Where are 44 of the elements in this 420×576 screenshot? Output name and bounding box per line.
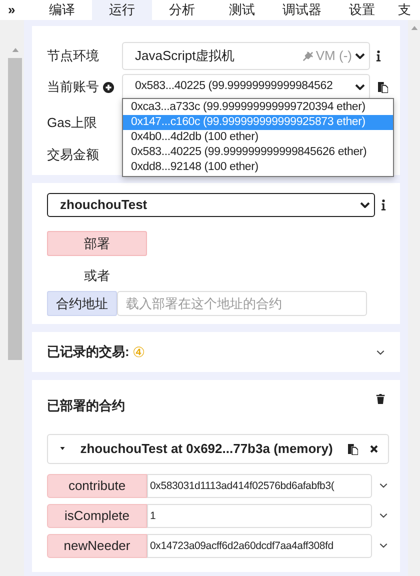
function-button[interactable]: contribute — [47, 474, 147, 498]
function-button[interactable]: newNeeder — [47, 534, 147, 558]
collapse-panel-icon[interactable]: » — [0, 0, 32, 20]
chevron-down-icon[interactable] — [379, 513, 388, 518]
info-icon[interactable] — [376, 50, 381, 62]
chevron-down-icon[interactable] — [379, 483, 388, 488]
plug-icon — [302, 50, 313, 62]
environment-select[interactable]: JavaScript虚拟机 VM (-) — [122, 42, 370, 70]
field-label: 当前账号 — [47, 78, 99, 96]
info-icon[interactable] — [381, 199, 386, 211]
function-input[interactable]: 1 — [147, 504, 372, 528]
dropdown-option[interactable]: 0xdd8...92148 (100 ether) — [123, 160, 393, 175]
caret-down-icon[interactable] — [60, 447, 65, 450]
contract-instance-title: zhouchouTest at 0x692...77b3a (memory) — [79, 440, 334, 458]
dropdown-option[interactable]: 0x4b0...4d2db (100 ether) — [123, 130, 393, 145]
dropdown-option[interactable]: 0x583...40225 (99.999999999999845626 ether) — [123, 145, 393, 160]
field-label: 交易金额 — [47, 146, 99, 164]
transaction-count: ④ — [132, 342, 146, 362]
chevron-down-icon[interactable] — [376, 350, 385, 354]
address-input[interactable]: 载入部署在这个地址的合约 — [117, 291, 367, 316]
copy-icon[interactable] — [378, 81, 388, 93]
function-input[interactable]: 0x14723a09acff6d2a60dcdf7aa4aff308fd — [147, 534, 372, 558]
contract-select[interactable]: zhouchouTest — [47, 193, 375, 217]
dropdown-option[interactable]: 0xca3...a733c (99.999999999999720394 ether) — [123, 100, 393, 115]
field-label: Gas上限 — [47, 114, 97, 132]
contract-instance-header[interactable]: zhouchouTest at 0x692...77b3a (memory) — [47, 434, 389, 464]
function-button[interactable]: isComplete — [47, 504, 147, 528]
deployed-contracts-title: 已部署的合约 — [47, 397, 126, 415]
or-text: 或者 — [84, 268, 110, 283]
plus-circle-icon[interactable] — [103, 82, 114, 92]
at-address-button[interactable]: 合约地址 — [47, 291, 117, 316]
tab[interactable]: 运行 — [92, 0, 152, 20]
chevron-down-icon — [355, 84, 365, 90]
provider-label: VM (-) — [316, 47, 352, 66]
chevron-down-icon — [355, 53, 365, 59]
chevron-down-icon — [360, 202, 370, 208]
trash-icon[interactable] — [376, 394, 385, 404]
deploy-button[interactable]: 部署 — [47, 231, 147, 256]
close-icon[interactable] — [370, 444, 378, 452]
chevron-down-icon[interactable] — [379, 543, 388, 548]
function-input[interactable]: 0x583031d1113ad414f02576bd6afabfb3( — [147, 474, 372, 498]
field-label: 节点环境 — [47, 47, 100, 66]
copy-icon[interactable] — [348, 442, 358, 454]
transactions-title: 已记录的交易: — [47, 343, 130, 362]
